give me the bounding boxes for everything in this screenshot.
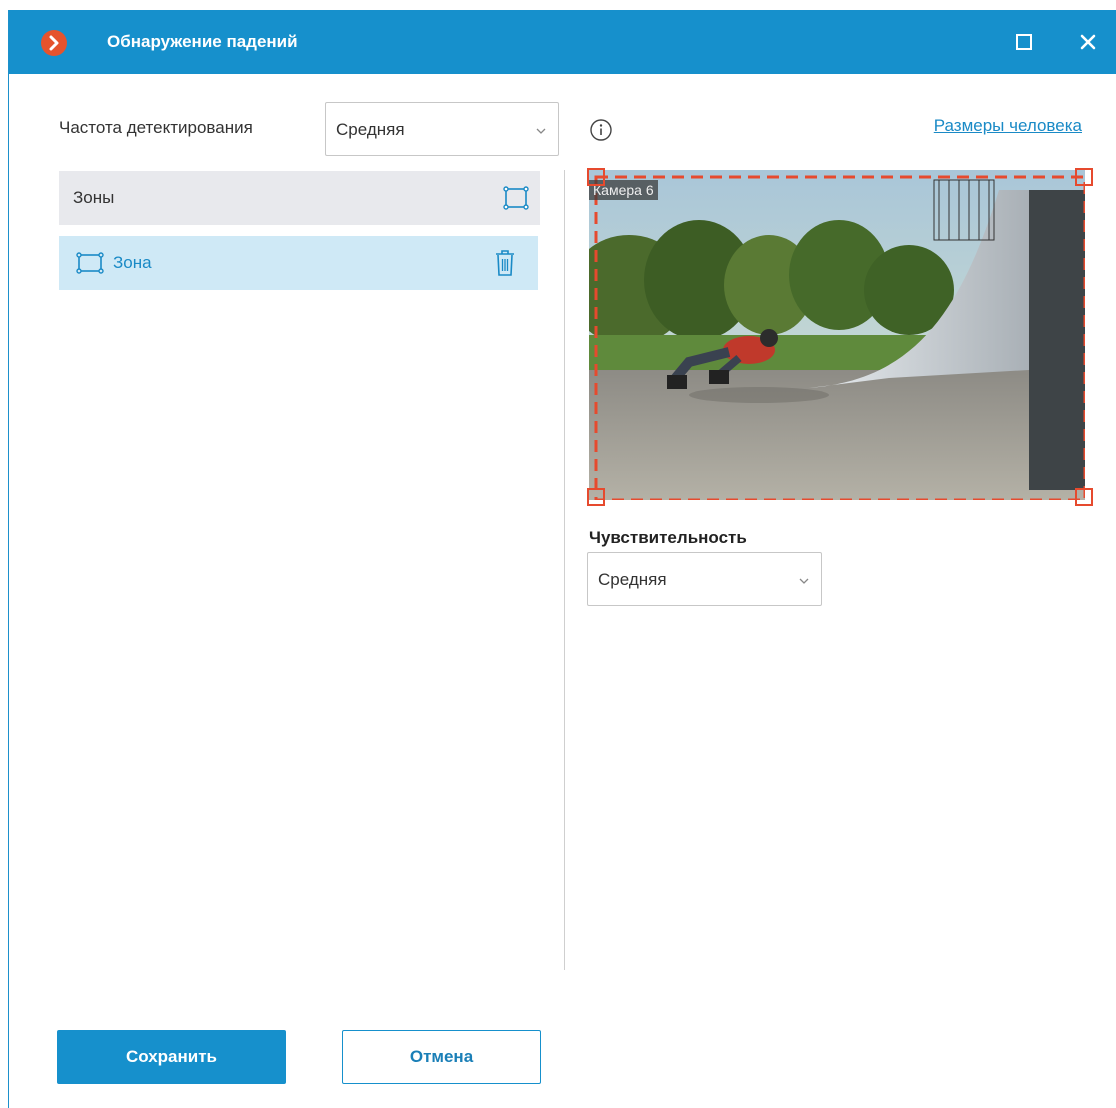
- detection-frequency-label: Частота детектирования: [59, 118, 253, 137]
- zone-polygon-icon: [75, 251, 105, 280]
- app-logo-icon: [41, 30, 67, 56]
- zone-handle-bottom-right[interactable]: [1075, 488, 1093, 506]
- zone-handle-top-left[interactable]: [587, 168, 605, 186]
- sensitivity-value: Средняя: [598, 570, 667, 589]
- maximize-icon[interactable]: [1014, 32, 1034, 52]
- trash-icon[interactable]: [494, 249, 516, 277]
- zone-handle-top-right[interactable]: [1075, 168, 1093, 186]
- camera-frame: [589, 170, 1085, 500]
- zones-header: Зоны: [59, 171, 540, 225]
- cancel-button[interactable]: Отмена: [342, 1030, 541, 1084]
- sensitivity-select[interactable]: Средняя: [587, 552, 822, 606]
- sensitivity-label: Чувствительность: [589, 528, 747, 547]
- save-button[interactable]: Сохранить: [57, 1030, 286, 1084]
- detection-frequency-select[interactable]: Средняя: [325, 102, 559, 156]
- zone-list-item[interactable]: Зона: [59, 236, 538, 290]
- title-bar: Обнаружение падений: [9, 10, 1116, 74]
- fall-detection-dialog: Обнаружение падений Частота детектирован…: [8, 10, 1116, 1108]
- human-size-link[interactable]: Размеры человека: [934, 116, 1082, 136]
- detection-frequency-value: Средняя: [336, 120, 405, 139]
- add-zone-icon[interactable]: [502, 185, 530, 211]
- chevron-down-icon: [534, 123, 548, 143]
- zone-handle-bottom-left[interactable]: [587, 488, 605, 506]
- chevron-down-icon: [797, 573, 811, 593]
- camera-preview[interactable]: Камера 6: [587, 168, 1093, 506]
- zone-list-item-label: Зона: [113, 253, 152, 272]
- panel-divider: [564, 170, 565, 970]
- info-icon[interactable]: [589, 118, 613, 142]
- close-icon[interactable]: [1076, 30, 1100, 54]
- window-title: Обнаружение падений: [107, 32, 298, 51]
- zones-header-label: Зоны: [73, 188, 115, 207]
